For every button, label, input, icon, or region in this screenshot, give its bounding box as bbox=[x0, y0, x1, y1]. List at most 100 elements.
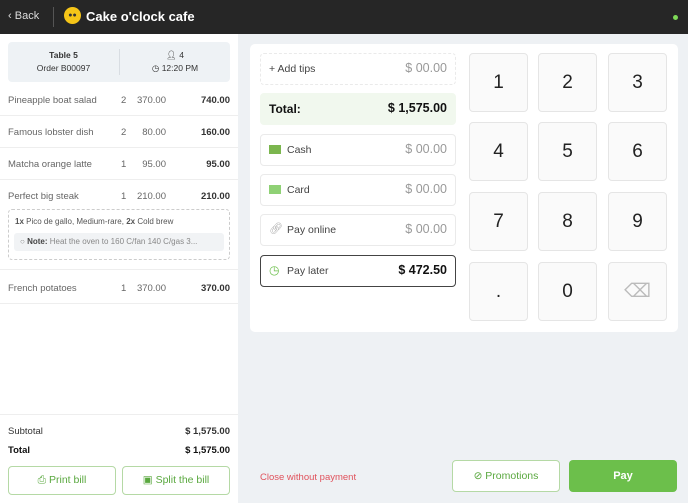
method-label: Card bbox=[287, 184, 310, 196]
keypad-1[interactable]: 1 bbox=[469, 53, 528, 112]
item-name: Perfect big steak bbox=[8, 191, 79, 202]
clock-icon: ◷ bbox=[151, 63, 162, 73]
back-button[interactable]: ‹ Back bbox=[8, 10, 39, 22]
item-qty: 2 bbox=[121, 95, 127, 106]
note-icon: ○ bbox=[20, 237, 28, 246]
keypad-0[interactable]: 0 bbox=[538, 262, 597, 321]
modifier-text: Pico de gallo, Medium-rare, bbox=[26, 217, 124, 226]
divider bbox=[0, 414, 238, 415]
keypad-decimal[interactable]: . bbox=[469, 262, 528, 321]
link-icon: 🔗︎ bbox=[269, 223, 283, 235]
split-icon: ▣ bbox=[142, 474, 156, 486]
header: ‹ Back ●● Cake o'clock cafe bbox=[0, 0, 688, 34]
payment-method-card[interactable]: Card $ 00.00 bbox=[260, 174, 456, 206]
split-label: Split the bill bbox=[155, 474, 210, 486]
tips-label: + Add tips bbox=[269, 63, 316, 75]
order-item[interactable]: Famous lobster dish 2 80.00 160.00 bbox=[0, 116, 238, 148]
print-bill-button[interactable]: ⎙ Print bill bbox=[8, 466, 116, 495]
close-without-payment-link[interactable]: Close without payment bbox=[260, 472, 356, 483]
item-total: 370.00 bbox=[200, 283, 230, 294]
item-price: 370.00 bbox=[136, 95, 166, 106]
order-time: 12:20 PM bbox=[161, 63, 199, 73]
method-value: $ 472.50 bbox=[398, 263, 447, 277]
item-qty: 1 bbox=[121, 283, 127, 294]
keypad-8[interactable]: 8 bbox=[538, 192, 597, 251]
order-item[interactable]: Matcha orange latte 1 95.00 95.00 bbox=[0, 148, 238, 180]
promotions-button[interactable]: ⊘ Promotions bbox=[452, 460, 560, 492]
order-item[interactable]: French potatoes 1 370.00 370.00 bbox=[0, 272, 238, 304]
subtotal-row: Subtotal $ 1,575.00 bbox=[8, 426, 230, 437]
pay-button[interactable]: Pay bbox=[569, 460, 677, 492]
method-label: Cash bbox=[287, 144, 312, 156]
modifier-qty: 1x bbox=[15, 217, 24, 226]
total-row: Total $ 1,575.00 bbox=[8, 445, 230, 456]
total-label: Total bbox=[8, 445, 30, 456]
keypad-4[interactable]: 4 bbox=[469, 122, 528, 181]
keypad-9[interactable]: 9 bbox=[608, 192, 667, 251]
tips-value: $ 00.00 bbox=[405, 61, 447, 75]
keypad-7[interactable]: 7 bbox=[469, 192, 528, 251]
item-name: French potatoes bbox=[8, 283, 77, 294]
item-qty: 2 bbox=[121, 127, 127, 138]
item-total: 160.00 bbox=[200, 127, 230, 138]
clock-icon: ◷ bbox=[269, 263, 280, 277]
method-value: $ 00.00 bbox=[405, 182, 447, 196]
print-label: Print bill bbox=[48, 474, 87, 486]
keypad-5[interactable]: 5 bbox=[538, 122, 597, 181]
item-total: 740.00 bbox=[200, 95, 230, 106]
printer-icon: ⎙ bbox=[37, 474, 49, 486]
table-label: Table 5 bbox=[49, 50, 78, 60]
order-number: Order B00097 bbox=[36, 63, 91, 73]
subtotal-value: $ 1,575.00 bbox=[185, 426, 230, 437]
item-name: Matcha orange latte bbox=[8, 159, 92, 170]
item-total: 95.00 bbox=[206, 159, 230, 170]
note-label: Note: bbox=[27, 237, 48, 246]
keypad-3[interactable]: 3 bbox=[608, 53, 667, 112]
payment-total: Total: $ 1,575.00 bbox=[260, 93, 456, 125]
item-price: 80.00 bbox=[142, 127, 166, 138]
note-text: Heat the oven to 160 C/fan 140 C/gas 3..… bbox=[49, 237, 198, 246]
guests-icon: 👤︎ bbox=[166, 50, 180, 60]
item-qty: 1 bbox=[121, 159, 127, 170]
payment-method-pay-later[interactable]: ◷ Pay later $ 472.50 bbox=[260, 255, 456, 287]
add-tips-button[interactable]: + Add tips $ 00.00 bbox=[260, 53, 456, 85]
modifier-qty: 2x bbox=[126, 217, 136, 226]
item-modifiers: 1x Pico de gallo, Medium-rare, 2x Cold b… bbox=[8, 209, 230, 260]
item-price: 370.00 bbox=[136, 283, 166, 294]
method-value: $ 00.00 bbox=[405, 142, 447, 156]
item-total: 210.00 bbox=[200, 191, 230, 202]
modifier-text: Cold brew bbox=[137, 217, 174, 226]
backspace-icon[interactable]: ⌫ bbox=[608, 262, 667, 321]
divider bbox=[53, 7, 54, 27]
keypad-6[interactable]: 6 bbox=[608, 122, 667, 181]
payment-total-label: Total: bbox=[269, 102, 301, 116]
guests-count: 4 bbox=[179, 50, 184, 60]
keypad-2[interactable]: 2 bbox=[538, 53, 597, 112]
item-price: 210.00 bbox=[136, 191, 166, 202]
order-summary: Table 5 Order B00097 👤︎ 4 ◷ 12:20 PM bbox=[8, 42, 230, 82]
order-panel: Table 5 Order B00097 👤︎ 4 ◷ 12:20 PM Pinea… bbox=[0, 34, 238, 503]
promo-icon: ⊘ bbox=[473, 470, 486, 482]
card-icon bbox=[269, 185, 281, 194]
payment-method-cash[interactable]: Cash $ 00.00 bbox=[260, 134, 456, 166]
payment-method-online[interactable]: 🔗︎ Pay online $ 00.00 bbox=[260, 214, 456, 246]
split-bill-button[interactable]: ▣ Split the bill bbox=[122, 466, 230, 495]
item-qty: 1 bbox=[121, 191, 127, 202]
app-title: Cake o'clock cafe bbox=[86, 9, 195, 24]
order-item[interactable]: Pineapple boat salad 2 370.00 740.00 bbox=[0, 84, 238, 116]
cafe-logo-icon: ●● bbox=[64, 7, 81, 24]
promotions-label: Promotions bbox=[485, 470, 539, 482]
item-name: Famous lobster dish bbox=[8, 127, 94, 138]
back-label: Back bbox=[14, 10, 40, 22]
method-value: $ 00.00 bbox=[405, 222, 447, 236]
status-dot-icon bbox=[673, 15, 678, 20]
item-note: ○ Note: Heat the oven to 160 C/fan 140 C… bbox=[14, 233, 224, 251]
method-label: Pay later bbox=[287, 265, 329, 277]
payment-total-value: $ 1,575.00 bbox=[387, 101, 447, 115]
cash-icon bbox=[269, 145, 281, 154]
item-price: 95.00 bbox=[142, 159, 166, 170]
item-name: Pineapple boat salad bbox=[8, 95, 97, 106]
method-label: Pay online bbox=[287, 224, 337, 236]
total-value: $ 1,575.00 bbox=[185, 445, 230, 456]
subtotal-label: Subtotal bbox=[8, 426, 43, 437]
